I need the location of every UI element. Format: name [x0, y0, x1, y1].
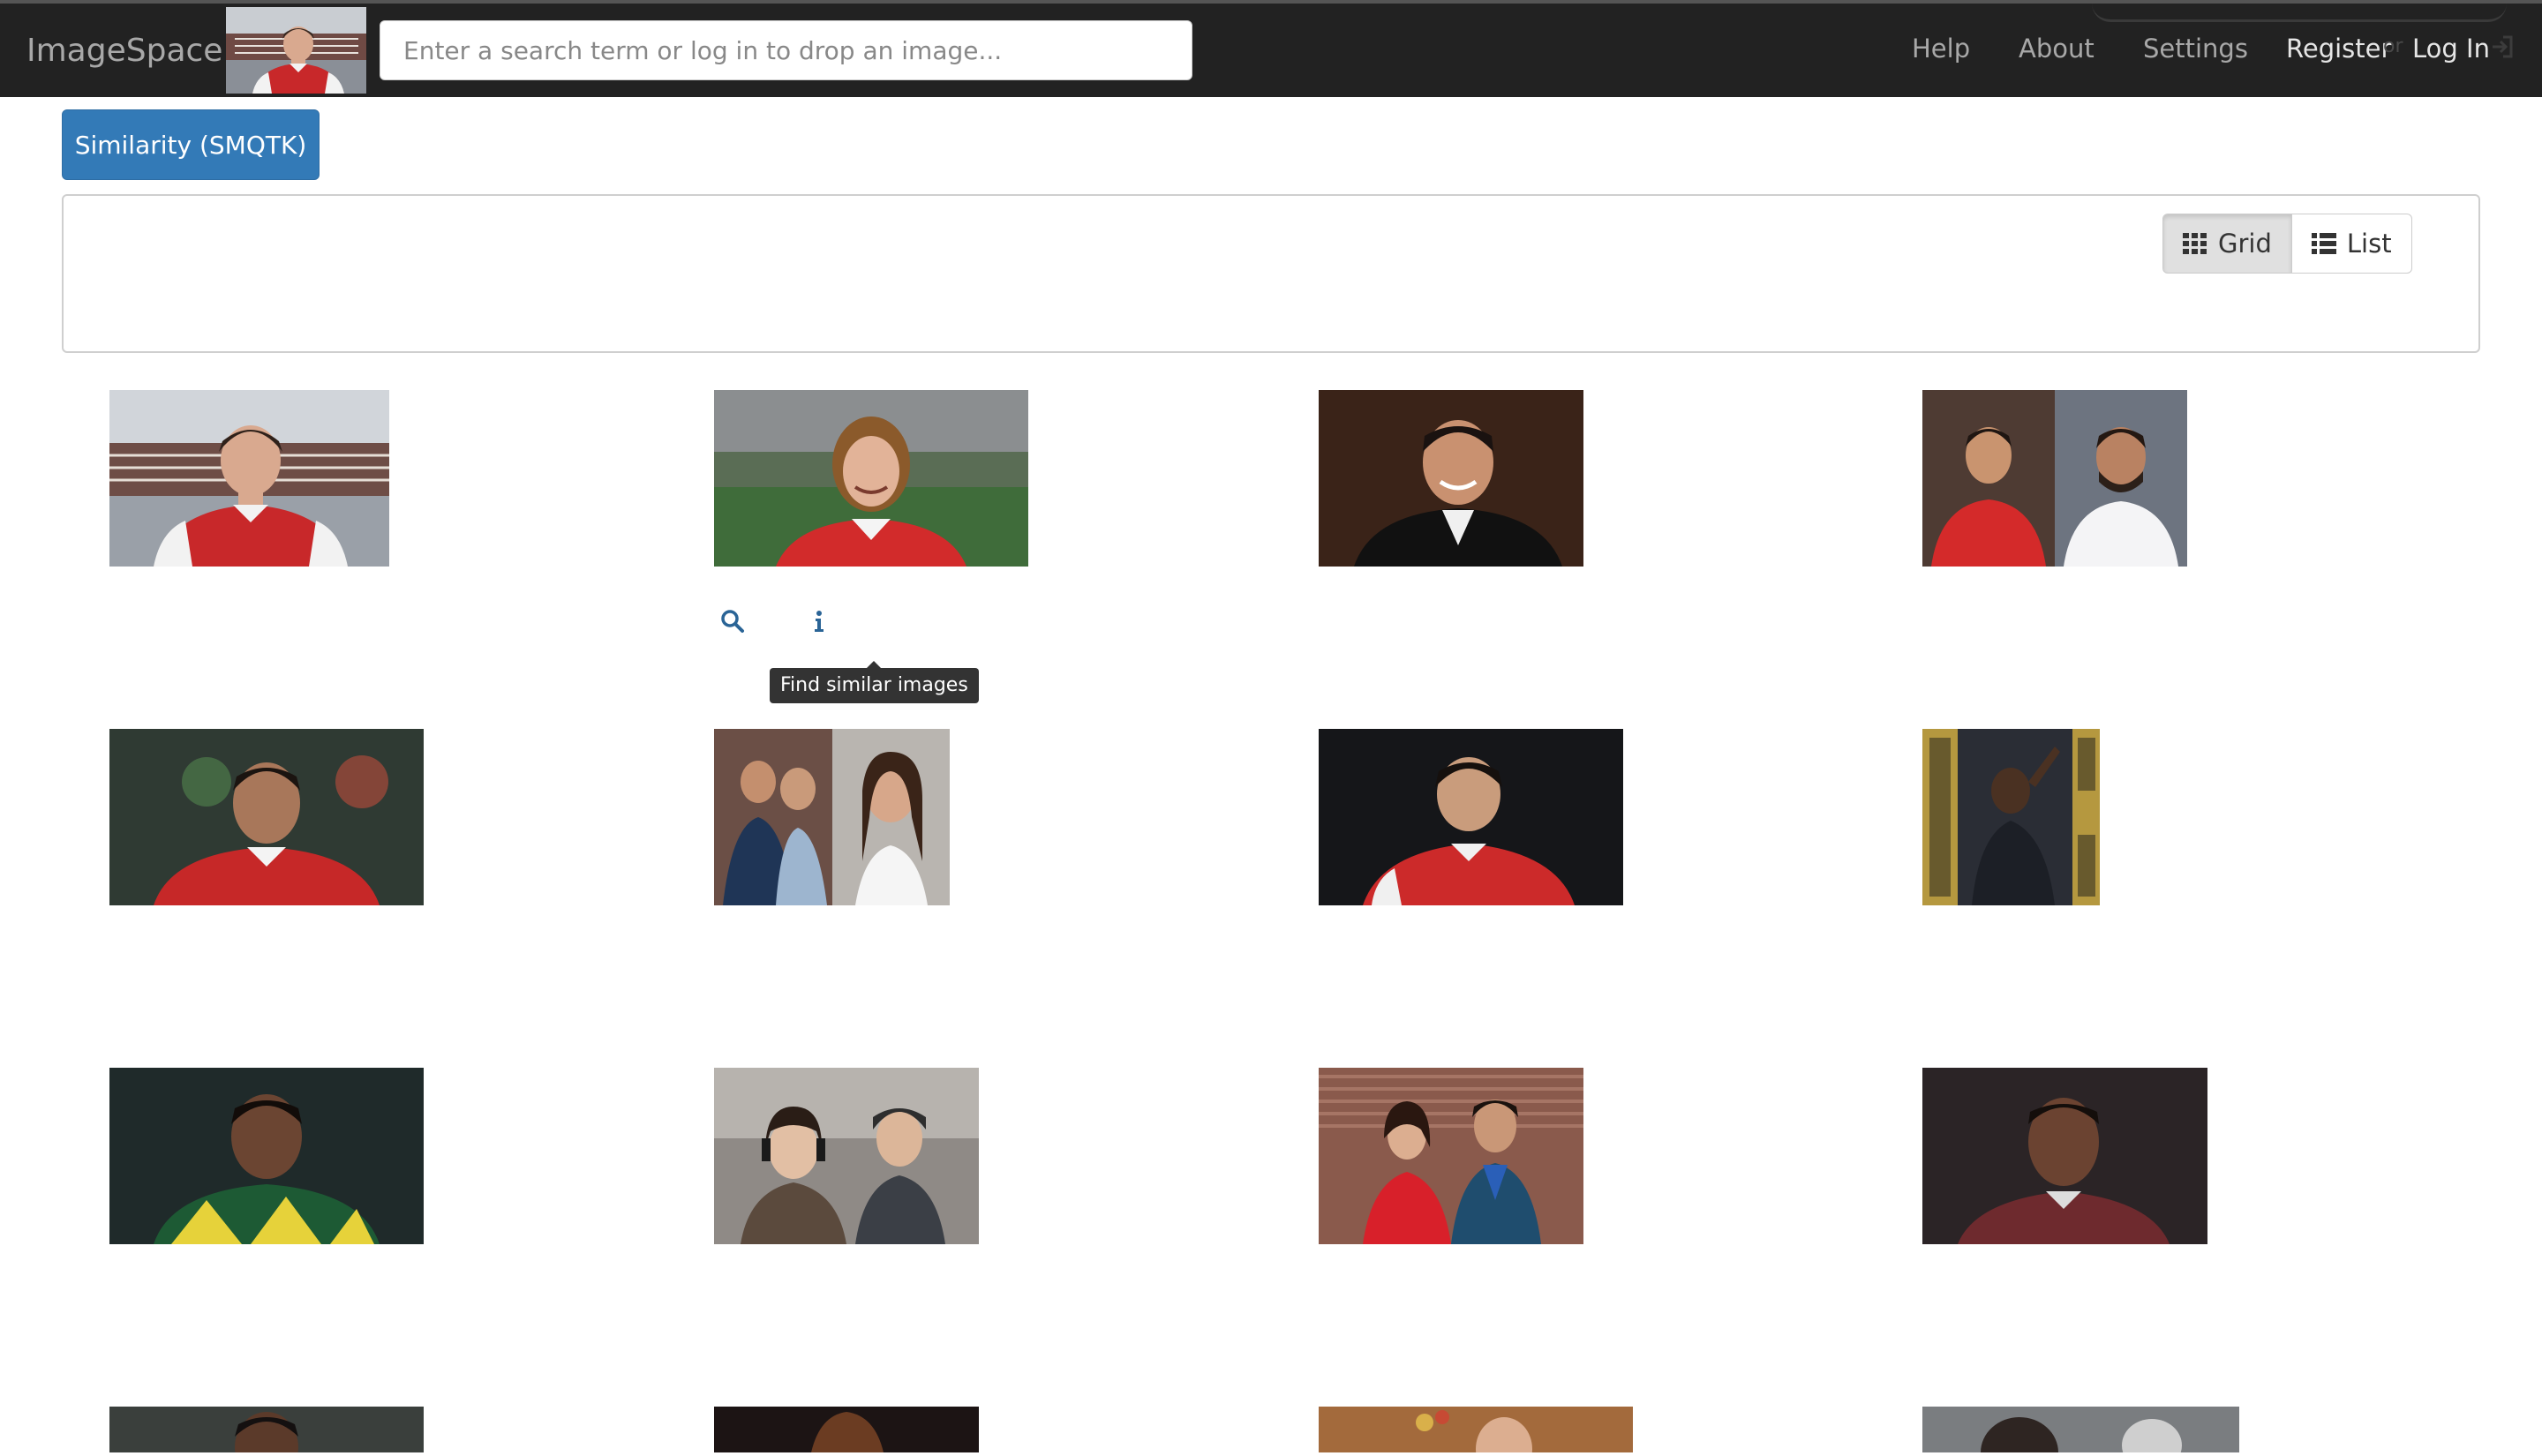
result-thumbnail[interactable] [109, 729, 424, 909]
nav-settings-link[interactable]: Settings [2143, 34, 2248, 64]
result-thumbnail[interactable] [1319, 1407, 1633, 1456]
result-thumbnail[interactable] [1922, 1068, 2207, 1248]
result-item [1922, 1068, 2207, 1248]
result-thumbnail[interactable] [1922, 729, 2100, 909]
nav-help-link[interactable]: Help [1912, 34, 1970, 64]
list-view-button[interactable]: List [2291, 214, 2412, 274]
result-thumbnail[interactable] [1319, 1068, 1583, 1248]
nav-or-separator: or [2383, 35, 2403, 57]
result-thumbnail[interactable] [1922, 390, 2187, 570]
nav-about-link[interactable]: About [2019, 34, 2095, 64]
result-thumbnail[interactable] [109, 390, 389, 570]
list-label: List [2346, 229, 2392, 259]
grid-view-button[interactable]: Grid [2162, 214, 2292, 274]
result-thumbnail[interactable] [109, 1407, 424, 1456]
result-item [1922, 729, 2100, 909]
navbar: ImageSpace Help About Settings Register … [0, 0, 2542, 97]
similarity-smqtk-button[interactable]: Similarity (SMQTK) [62, 109, 320, 180]
result-actions [720, 609, 831, 634]
result-item [109, 1068, 424, 1248]
result-thumbnail[interactable] [1922, 1407, 2239, 1456]
result-thumbnail[interactable] [1319, 390, 1583, 570]
nav-register-link[interactable]: Register [2286, 34, 2391, 64]
grid-label: Grid [2218, 229, 2272, 259]
result-item [1319, 729, 1623, 909]
result-item [109, 390, 389, 570]
result-thumbnail[interactable] [1319, 729, 1623, 909]
brand-logo[interactable]: ImageSpace [26, 30, 222, 72]
results-options-panel [62, 194, 2480, 353]
info-icon[interactable] [807, 609, 831, 634]
result-thumbnail[interactable] [714, 390, 1028, 570]
search-icon[interactable] [720, 609, 745, 634]
result-item [714, 390, 1028, 570]
result-thumbnail[interactable] [109, 1068, 424, 1248]
nav-login-link[interactable]: Log In [2412, 34, 2490, 64]
sign-in-icon[interactable] [2489, 34, 2516, 60]
result-thumbnail[interactable] [714, 729, 950, 909]
view-toggle: Grid List [2162, 214, 2412, 274]
result-thumbnail[interactable] [714, 1068, 979, 1248]
result-item [1922, 390, 2187, 570]
result-item [714, 1407, 979, 1456]
result-item [714, 729, 950, 909]
query-image-thumbnail[interactable] [226, 7, 366, 94]
result-item [1319, 1068, 1583, 1248]
top-tab-decoration [2092, 4, 2507, 22]
find-similar-tooltip: Find similar images [770, 661, 979, 703]
grid-icon [2183, 233, 2207, 254]
result-item [109, 729, 424, 909]
result-item [1319, 1407, 1633, 1456]
search-input[interactable] [380, 20, 1192, 80]
result-item [109, 1407, 424, 1456]
result-item [1319, 390, 1583, 570]
list-icon [2311, 233, 2336, 254]
result-item [714, 1068, 979, 1248]
result-thumbnail[interactable] [714, 1407, 979, 1456]
result-item [1922, 1407, 2239, 1456]
